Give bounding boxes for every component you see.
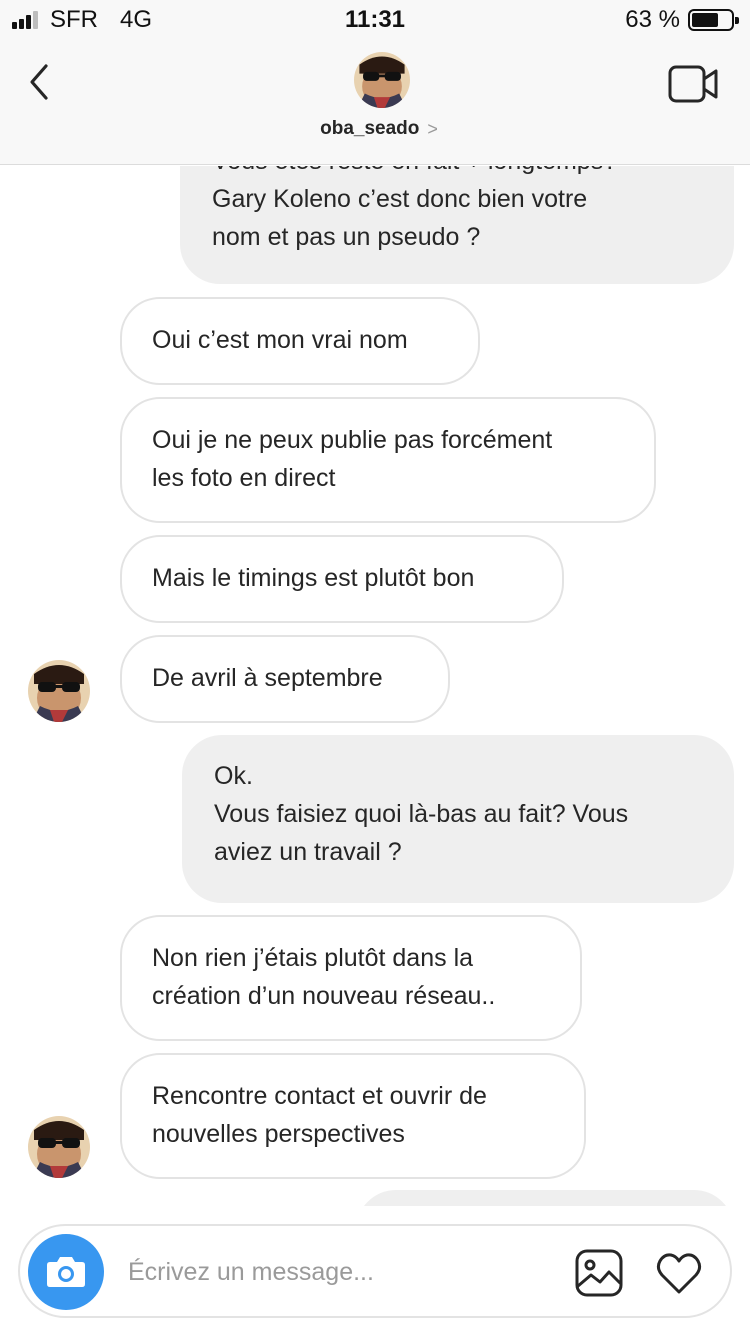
message-line: Vous faisiez quoi là-bas au fait? Vous	[214, 800, 629, 828]
battery-percentage: 63 %	[625, 6, 680, 33]
message-bubble-outgoing[interactable]	[356, 1190, 734, 1206]
avatar[interactable]	[28, 660, 90, 722]
profile-photo	[28, 1116, 90, 1178]
status-bar: SFR 4G 11:31 63 %	[0, 0, 750, 40]
gallery-button[interactable]	[574, 1248, 624, 1298]
message-line: Oui c’est mon vrai nom	[152, 326, 408, 354]
message-input[interactable]	[128, 1246, 558, 1298]
message-thread: Vous êtes resté en fait + longtemps? Gar…	[0, 166, 750, 1206]
screen: SFR 4G 11:31 63 % oba_seado > Gary Kolen…	[0, 0, 750, 1334]
message-bubble-incoming[interactable]: Oui je ne peux publie pas forcément les …	[120, 397, 656, 523]
avatar[interactable]	[354, 52, 410, 108]
battery-icon	[688, 9, 739, 31]
chevron-right-icon: >	[427, 118, 438, 139]
profile-photo	[28, 660, 90, 722]
message-line: Gary Koleno c’est donc bien votre	[212, 185, 588, 213]
message-line: Vous êtes resté en fait + longtemps?	[212, 166, 702, 180]
message-bubble-incoming[interactable]: Oui c’est mon vrai nom	[120, 297, 480, 385]
back-button[interactable]	[22, 60, 62, 104]
message-line: nom et pas un pseudo ?	[212, 223, 481, 251]
chevron-left-icon	[30, 64, 48, 100]
message-bubble-incoming[interactable]: Non rien j’étais plutôt dans la création…	[120, 915, 582, 1041]
message-composer	[18, 1224, 732, 1318]
camera-button[interactable]	[28, 1234, 104, 1310]
heart-icon	[656, 1253, 702, 1294]
message-line: Rencontre contact et ouvrir de	[152, 1082, 487, 1110]
message-bubble-incoming[interactable]: Rencontre contact et ouvrir de nouvelles…	[120, 1053, 586, 1179]
message-line: Ok.	[214, 762, 253, 790]
video-camera-icon	[668, 65, 718, 103]
message-bubble-outgoing[interactable]: Vous êtes resté en fait + longtemps? Gar…	[180, 166, 734, 284]
message-bubble-outgoing[interactable]: Ok. Vous faisiez quoi là-bas au fait? Vo…	[182, 735, 734, 903]
message-line: Non rien j’étais plutôt dans la	[152, 944, 474, 972]
camera-icon	[47, 1257, 85, 1287]
message-line: nouvelles perspectives	[152, 1120, 405, 1148]
like-button[interactable]	[654, 1248, 704, 1298]
avatar[interactable]	[28, 1116, 90, 1178]
message-line: les foto en direct	[152, 464, 336, 492]
message-line: Oui je ne peux publie pas forcément	[152, 426, 553, 454]
chat-header: oba_seado >	[0, 40, 750, 165]
message-line: aviez un travail ?	[214, 838, 402, 866]
chat-username[interactable]: oba_seado	[320, 118, 419, 140]
image-icon	[575, 1249, 623, 1297]
message-line: création d’un nouveau réseau..	[152, 982, 496, 1010]
message-line: De avril à septembre	[152, 664, 383, 692]
profile-photo	[354, 52, 410, 108]
message-bubble-incoming[interactable]: De avril à septembre	[120, 635, 450, 723]
message-line: Mais le timings est plutôt bon	[152, 564, 475, 592]
message-bubble-incoming[interactable]: Mais le timings est plutôt bon	[120, 535, 564, 623]
video-call-button[interactable]	[668, 64, 720, 104]
